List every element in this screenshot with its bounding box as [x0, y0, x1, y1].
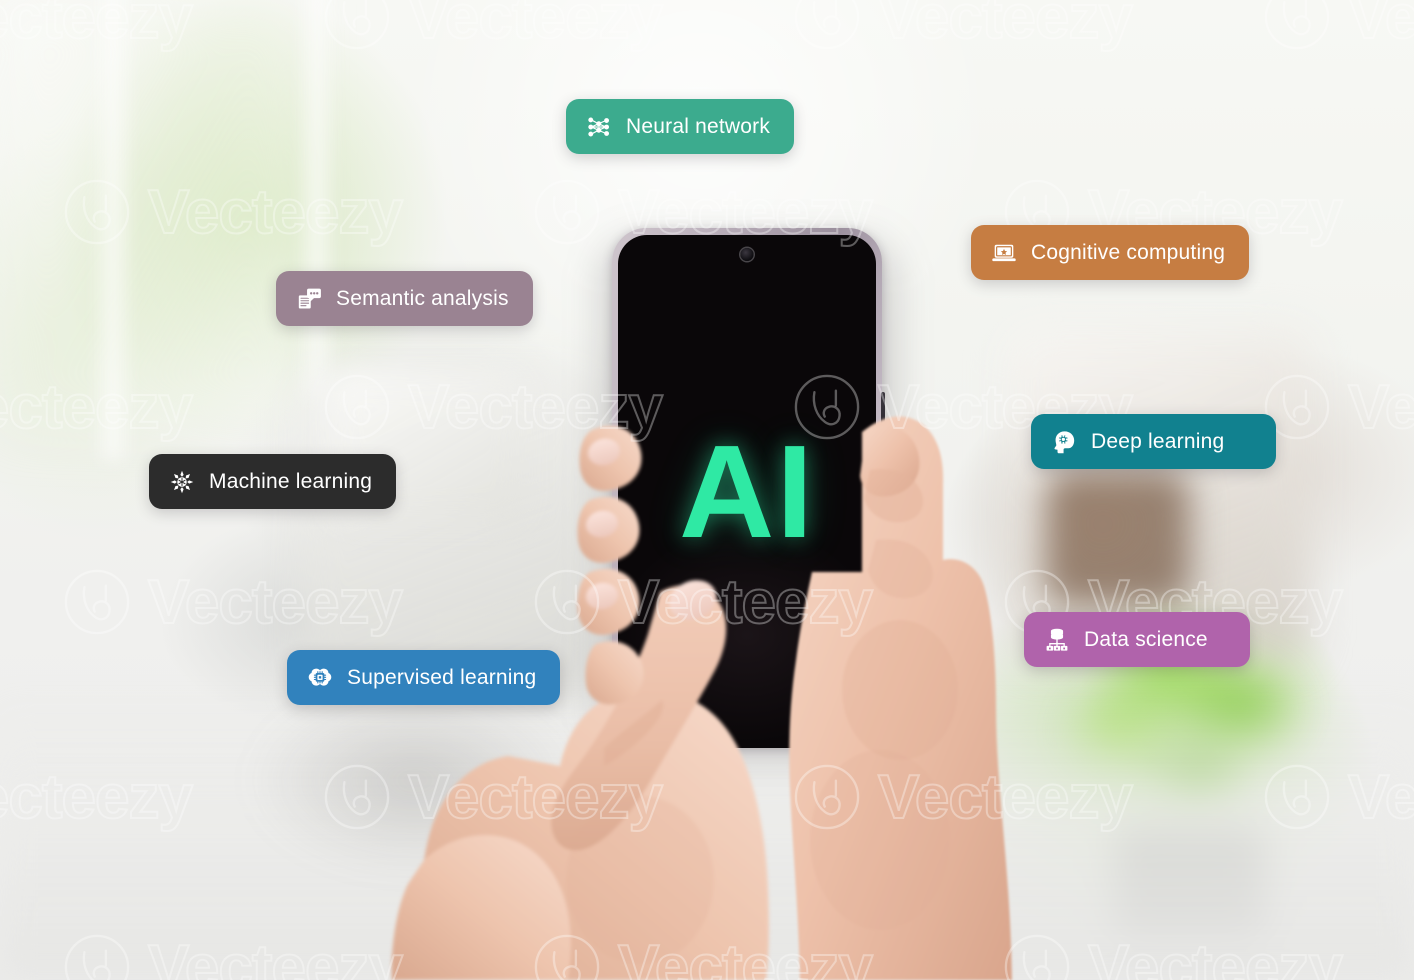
phone-bezel: AI — [612, 228, 885, 748]
badge-data-science[interactable]: Data science — [1024, 612, 1250, 667]
brain-chip-icon — [307, 665, 333, 691]
ai-screen-label: AI — [679, 417, 815, 565]
badge-semantic-analysis[interactable]: Semantic analysis — [276, 271, 533, 326]
volume-power-button[interactable] — [881, 392, 885, 452]
badge-label: Semantic analysis — [336, 287, 509, 310]
document-chat-icon — [296, 286, 322, 312]
badge-deep-learning[interactable]: Deep learning — [1031, 414, 1276, 469]
badge-label: Machine learning — [209, 470, 373, 493]
badge-machine-learning[interactable]: Machine learning — [149, 454, 397, 509]
badge-label: Deep learning — [1091, 430, 1225, 453]
front-camera-icon — [740, 248, 754, 261]
background-window-frame — [96, 0, 130, 460]
background-shadow — [250, 690, 580, 870]
neural-network-icon — [586, 114, 612, 140]
background-brown-pillow — [1045, 470, 1190, 605]
scene-container: AI Neural network Cognitive computing Se… — [0, 0, 1414, 980]
badge-label: Neural network — [626, 115, 771, 138]
badge-label: Supervised learning — [347, 666, 537, 689]
laptop-computing-icon — [991, 240, 1017, 266]
badge-supervised-learning[interactable]: Supervised learning — [287, 650, 561, 705]
background-window — [0, 0, 300, 430]
smartphone[interactable]: AI — [600, 228, 896, 758]
badge-label: Data science — [1084, 628, 1208, 651]
phone-screen[interactable]: AI — [618, 235, 876, 748]
badge-label: Cognitive computing — [1031, 241, 1226, 264]
badge-neural-network[interactable]: Neural network — [566, 99, 795, 154]
badge-cognitive-computing[interactable]: Cognitive computing — [971, 225, 1250, 280]
head-gear-icon — [1051, 429, 1077, 455]
background-window-frame — [300, 0, 334, 400]
database-network-icon — [1044, 627, 1070, 653]
brain-circuit-burst-icon — [169, 469, 195, 495]
